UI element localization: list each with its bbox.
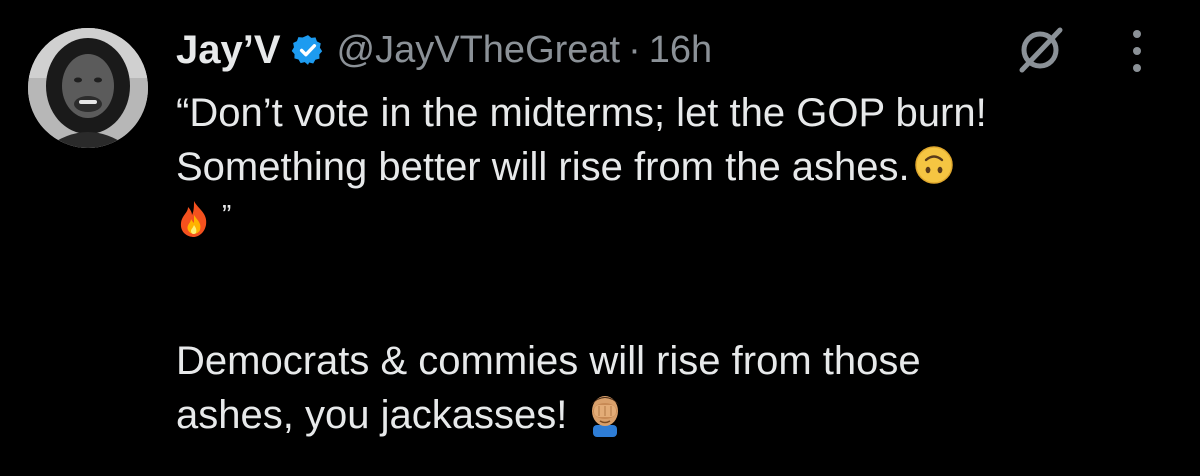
post-text: “Don’t vote in the midterms; let the GOP… bbox=[176, 86, 1176, 442]
post-text-line: Democrats & commies will rise from those bbox=[176, 339, 921, 383]
upside-down-face-emoji bbox=[914, 146, 953, 185]
grok-icon[interactable] bbox=[1012, 22, 1068, 78]
face-palm-emoji bbox=[591, 396, 620, 438]
post-header: Jay’V @JayVTheGreat · 16h bbox=[176, 20, 712, 80]
display-name[interactable]: Jay’V bbox=[176, 28, 281, 73]
separator-dot: · bbox=[628, 28, 641, 71]
verified-badge-icon bbox=[291, 35, 322, 65]
post-text-line: “Don’t vote in the midterms; let the GOP… bbox=[176, 91, 987, 135]
post-text-line: Something better will rise from the ashe… bbox=[176, 140, 1176, 194]
fire-emoji bbox=[180, 201, 207, 238]
post-text-line: ashes, you jackasses! bbox=[176, 388, 1176, 442]
more-options-icon[interactable] bbox=[1122, 26, 1152, 76]
post-text-segment: Something better will rise from the ashe… bbox=[176, 145, 910, 189]
post-text-segment: ashes, you jackasses! bbox=[176, 393, 568, 437]
tweet[interactable]: Jay’V @JayVTheGreat · 16h “Don’t vote in… bbox=[0, 0, 1200, 476]
author-handle[interactable]: @JayVTheGreat bbox=[337, 29, 621, 72]
avatar[interactable] bbox=[28, 28, 148, 148]
post-timestamp[interactable]: 16h bbox=[649, 29, 712, 72]
post-text-line: ” bbox=[176, 194, 1176, 248]
closing-quote: ” bbox=[222, 199, 232, 230]
